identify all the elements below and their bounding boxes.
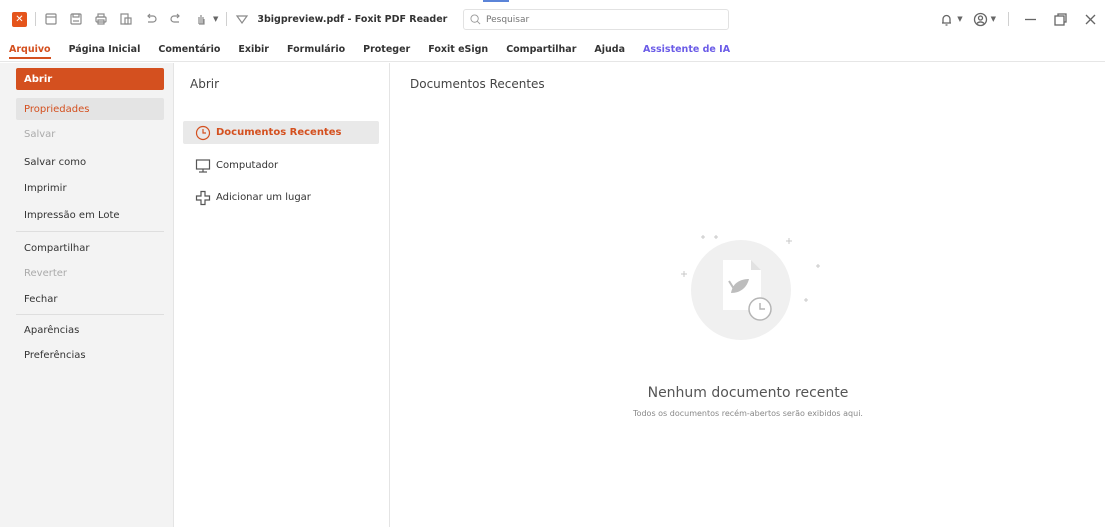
- sidebar-item-propriedades[interactable]: Propriedades: [16, 98, 164, 120]
- bell-icon: [942, 14, 952, 26]
- undo-icon[interactable]: [144, 12, 158, 26]
- location-label: Computador: [216, 160, 279, 171]
- sidebar-item-abrir[interactable]: Abrir: [16, 68, 164, 90]
- computer-icon: [195, 158, 211, 173]
- sidebar-item-salvar-como[interactable]: Salvar como: [16, 151, 164, 173]
- sidebar-item-compartilhar[interactable]: Compartilhar: [16, 237, 164, 259]
- menu-arquivo[interactable]: Arquivo: [9, 38, 51, 62]
- menu-ajuda[interactable]: Ajuda: [594, 38, 625, 62]
- sidebar-item-reverter: Reverter: [24, 267, 68, 279]
- customize-toolbar-icon[interactable]: [235, 12, 249, 26]
- empty-state-subtitle: Todos os documentos recém-abertos serão …: [633, 409, 863, 418]
- export-icon[interactable]: [119, 12, 133, 26]
- foxit-logo-icon: ✕: [12, 11, 27, 27]
- minimize-button[interactable]: [1015, 0, 1045, 38]
- close-icon: [1085, 14, 1095, 24]
- window-controls: ▼ ▼: [939, 0, 1105, 38]
- location-computer[interactable]: Computador: [183, 154, 379, 177]
- menu-exibir[interactable]: Exibir: [238, 38, 269, 62]
- sidebar-item-preferencias[interactable]: Preferências: [16, 344, 164, 366]
- sidebar-item-imprimir[interactable]: Imprimir: [16, 177, 164, 199]
- sidebar-item-salvar: Salvar: [24, 128, 56, 140]
- menu-foxit-esign[interactable]: Foxit eSign: [428, 38, 488, 62]
- sidebar-item-impressao-em-lote[interactable]: Impressão em Lote: [16, 204, 164, 226]
- title-bar: ✕ ▼ 3bigpreview.pdf - Foxit PDF Reader ▼…: [0, 0, 1105, 38]
- minimize-icon: [1024, 18, 1036, 20]
- search-box[interactable]: [463, 9, 729, 30]
- notification-button[interactable]: ▼: [939, 12, 963, 27]
- search-input[interactable]: [486, 14, 716, 25]
- add-place-icon: [195, 190, 211, 205]
- sidebar-item-fechar[interactable]: Fechar: [16, 288, 164, 310]
- search-icon: [470, 14, 481, 25]
- chevron-down-icon: ▼: [957, 15, 963, 23]
- hand-tool-icon[interactable]: [194, 12, 208, 26]
- empty-state-title: Nenhum documento recente: [647, 385, 849, 401]
- location-label: Documentos Recentes: [216, 127, 342, 138]
- menu-compartilhar[interactable]: Compartilhar: [506, 38, 576, 62]
- search-accent-line: [483, 0, 509, 2]
- location-label: Adicionar um lugar: [216, 192, 311, 203]
- clock-icon: [195, 125, 211, 140]
- user-icon: [973, 12, 987, 26]
- menu-proteger[interactable]: Proteger: [363, 38, 410, 62]
- quick-access-dropdown-icon[interactable]: ▼: [213, 15, 218, 23]
- document-title: 3bigpreview.pdf - Foxit PDF Reader: [257, 13, 448, 25]
- location-add-place[interactable]: Adicionar um lugar: [183, 186, 379, 209]
- menu-bar: Arquivo Página Inicial Comentário Exibir…: [0, 38, 1105, 62]
- menu-formulario[interactable]: Formulário: [287, 38, 345, 62]
- restore-icon: [1053, 12, 1067, 26]
- redo-icon[interactable]: [169, 12, 183, 26]
- sidebar-divider: [16, 231, 164, 232]
- toolbar-divider: [35, 12, 36, 26]
- file-menu-sidebar: Abrir Propriedades Salvar Salvar como Im…: [0, 63, 174, 527]
- chevron-down-icon: ▼: [990, 15, 996, 23]
- menu-assistente-ia[interactable]: Assistente de IA: [643, 38, 730, 62]
- open-file-icon[interactable]: [44, 12, 58, 26]
- save-icon[interactable]: [69, 12, 83, 26]
- panel-title: Abrir: [190, 77, 220, 91]
- menu-pagina-inicial[interactable]: Página Inicial: [69, 38, 141, 62]
- toolbar-divider: [226, 12, 228, 26]
- account-button[interactable]: ▼: [973, 12, 996, 27]
- sidebar-item-aparencias[interactable]: Aparências: [16, 319, 164, 341]
- location-recent-documents[interactable]: Documentos Recentes: [183, 121, 379, 144]
- toolbar-divider: [1008, 12, 1009, 26]
- empty-recent-documents-illustration: [681, 235, 820, 340]
- content-title: Documentos Recentes: [410, 77, 545, 91]
- recent-documents-pane: Documentos Recentes Nenhum documento rec…: [391, 63, 1105, 527]
- close-button[interactable]: [1075, 0, 1105, 38]
- print-icon[interactable]: [94, 12, 108, 26]
- restore-button[interactable]: [1045, 0, 1075, 38]
- sidebar-divider: [16, 314, 164, 315]
- menu-comentario[interactable]: Comentário: [158, 38, 220, 62]
- quick-access-toolbar: ✕ ▼ 3bigpreview.pdf - Foxit PDF Reader: [12, 11, 448, 27]
- open-locations-panel: Abrir Documentos Recentes Computador Adi…: [175, 63, 390, 527]
